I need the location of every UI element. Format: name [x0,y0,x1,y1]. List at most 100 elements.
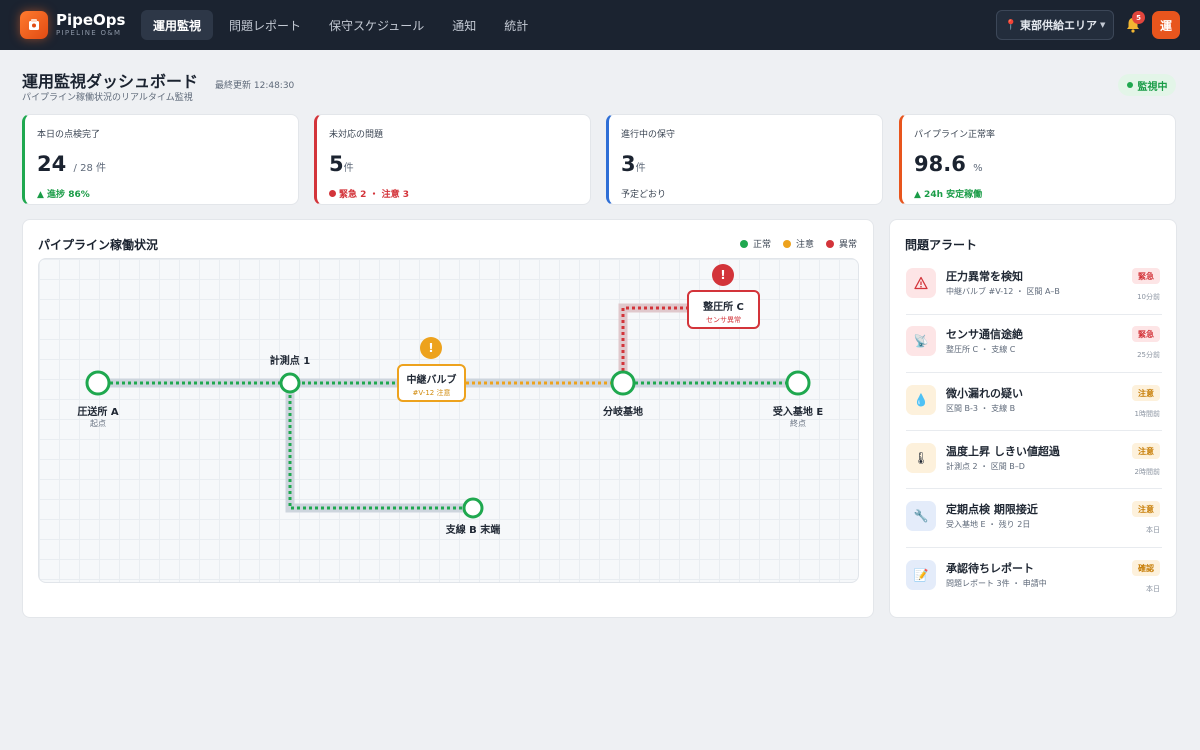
brand-subtitle: PIPELINE O&M [56,29,122,37]
node-label-meter1: 計測点 1 [269,356,311,367]
area-selector-label: 東部供給エリア [1020,19,1098,32]
alert-title: 微小漏れの疑い [946,387,1023,400]
chevron-down-icon: ▼ [1100,21,1106,29]
alert-severity-badge: 緊急 [1132,326,1160,342]
main-nav: 運用監視 問題レポート 保守スケジュール 通知 統計 [141,10,544,40]
app-logo-icon[interactable] [20,11,48,39]
kpi-unit: % [973,163,983,174]
memo-icon: 📝 [906,560,936,590]
wrench-icon: 🔧 [906,501,936,531]
alert-item[interactable]: 🔧 定期点検 期限接近 受入基地 E ・ 残り 2日 注意 本日 [889,491,1177,549]
alert-item[interactable]: 📡 センサ通信途絶 整圧所 C ・ 支線 C 緊急 25分前 [889,316,1177,374]
kpi-card-open-issues[interactable]: 未対応の問題 5件 緊急 2 ・ 注意 3 [314,114,591,205]
kpi-value: 24 / 28 件 [37,152,106,176]
divider [906,314,1162,315]
nav-item-statistics[interactable]: 統計 [492,10,540,40]
alert-time: 1時間前 [1134,410,1160,418]
satellite-icon: 📡 [906,326,936,356]
alert-time: 10分前 [1137,293,1160,301]
node-source-a[interactable] [85,370,111,396]
kpi-card-uptime[interactable]: パイプライン正常率 98.6 % ▲ 24h 安定稼働 [899,114,1176,205]
kpi-label: 未対応の問題 [329,130,384,140]
alert-time: 2時間前 [1134,468,1160,476]
brand: PipeOps PIPELINE O&M [56,12,125,38]
kpi-value: 5件 [329,152,354,176]
alert-time: 本日 [1146,585,1160,593]
alert-item[interactable]: 🌡 温度上昇 しきい値超過 計測点 2 ・ 区間 B–D 注意 2時間前 [889,433,1177,491]
monitoring-status-label: 監視中 [1137,81,1168,93]
legend-swatch [783,239,792,248]
status-legend: 正常 注意 異常 [740,237,857,250]
alert-detail: 区間 B-3 ・ 支線 B [946,404,1016,413]
nav-item-issue-reports[interactable]: 問題レポート [217,10,313,40]
regulator-status: センサ異常 [706,316,741,324]
valve-label: 中継バルブ [406,375,457,386]
kpi-label: 進行中の保守 [621,130,676,140]
kpi-card-inspections[interactable]: 本日の点検完了 24 / 28 件 ▲ 進捗 86% [22,114,299,205]
nav-item-monitoring[interactable]: 運用監視 [141,10,214,40]
alert-detail: 問題レポート 3件 ・ 申請中 [946,579,1047,588]
monitoring-status-badge: 監視中 [1118,74,1176,96]
node-label-branch: 分岐基地 [603,407,643,418]
thermometer-icon: 🌡 [906,443,936,473]
legend-item-caution: 注意 [783,237,814,250]
alert-time: 25分前 [1137,351,1160,359]
kpi-value: 98.6 % [914,152,983,176]
legend-swatch [826,239,835,248]
valve-status: #V-12 注意 [412,389,451,397]
kpi-card-maintenance[interactable]: 進行中の保守 3件 予定どおり [606,114,883,205]
alert-title: 承認待ちレポート [946,562,1034,575]
alert-item[interactable]: 💧 微小漏れの疑い 区間 B-3 ・ 支線 B 注意 1時間前 [889,375,1177,433]
kpi-footnote: ▲ 進捗 86% [37,190,90,200]
nav-item-maintenance-schedule[interactable]: 保守スケジュール [317,10,436,40]
alert-severity-badge: 確認 [1132,560,1160,576]
divider [906,547,1162,548]
alert-severity-badge: 注意 [1132,443,1160,459]
node-branch-base[interactable] [610,370,636,396]
node-label-branch-end: 支線 B 末端 [445,525,501,536]
area-selector[interactable]: 📍 東部供給エリア ▼ [996,10,1114,40]
alert-detail: 受入基地 E ・ 残り 2日 [946,520,1031,529]
node-meter-1[interactable] [279,372,301,394]
alert-item[interactable]: 圧力異常を検知 中継バルブ #V-12 ・ 区間 A–B 緊急 10分前 [889,258,1177,316]
alert-item[interactable]: 📝 承認待ちレポート 問題レポート 3件 ・ 申請中 確認 本日 [889,550,1177,608]
warning-triangle-icon [906,268,936,298]
legend-item-abnormal: 異常 [826,237,857,250]
droplet-icon: 💧 [906,385,936,415]
kpi-value: 3件 [621,152,646,176]
regulator-label: 整圧所 C [703,302,744,313]
divider [906,372,1162,373]
alert-title: 圧力異常を検知 [946,270,1023,283]
alert-detail: 計測点 2 ・ 区間 B–D [946,462,1025,471]
brand-name: PipeOps [56,11,126,29]
alert-detail: 整圧所 C ・ 支線 C [946,345,1016,354]
node-regulator-c[interactable]: 整圧所 C センサ異常 [687,290,760,329]
alert-detail: 中継バルブ #V-12 ・ 区間 A–B [946,287,1060,296]
alert-time: 本日 [1146,526,1160,534]
node-branch-b-end[interactable] [462,497,484,519]
user-avatar[interactable]: 運 [1152,11,1180,39]
node-sub-receiver: 終点 [790,419,806,428]
node-sub-source: 起点 [90,419,106,428]
error-marker-icon[interactable]: ! [712,264,734,286]
last-update-time: 最終更新 12:48:30 [215,81,295,91]
node-relay-valve[interactable]: 中継バルブ #V-12 注意 [397,364,466,402]
divider [906,430,1162,431]
legend-swatch [740,239,748,248]
map-pin-icon: 📍 [1004,19,1018,31]
alerts-panel-title: 問題アラート [905,238,978,252]
node-label-source: 圧送所 A [77,407,119,418]
pipeline-panel-title: パイプライン稼働状況 [38,238,159,252]
alert-title: 温度上昇 しきい値超過 [946,445,1060,458]
node-receiver-e[interactable] [785,370,811,396]
divider [906,488,1162,489]
alert-dot-icon [329,190,336,197]
kpi-unit: 件 [635,163,646,174]
warning-marker-icon[interactable]: ! [420,337,442,359]
alert-title: センサ通信途絶 [946,328,1023,341]
node-label-receiver: 受入基地 E [772,407,824,418]
top-bar: PipeOps PIPELINE O&M 運用監視 問題レポート 保守スケジュー… [0,0,1200,50]
nav-item-notifications[interactable]: 通知 [440,10,488,40]
alert-severity-badge: 注意 [1132,385,1160,401]
page-subtitle: パイプライン稼働状況のリアルタイム監視 [22,93,193,103]
